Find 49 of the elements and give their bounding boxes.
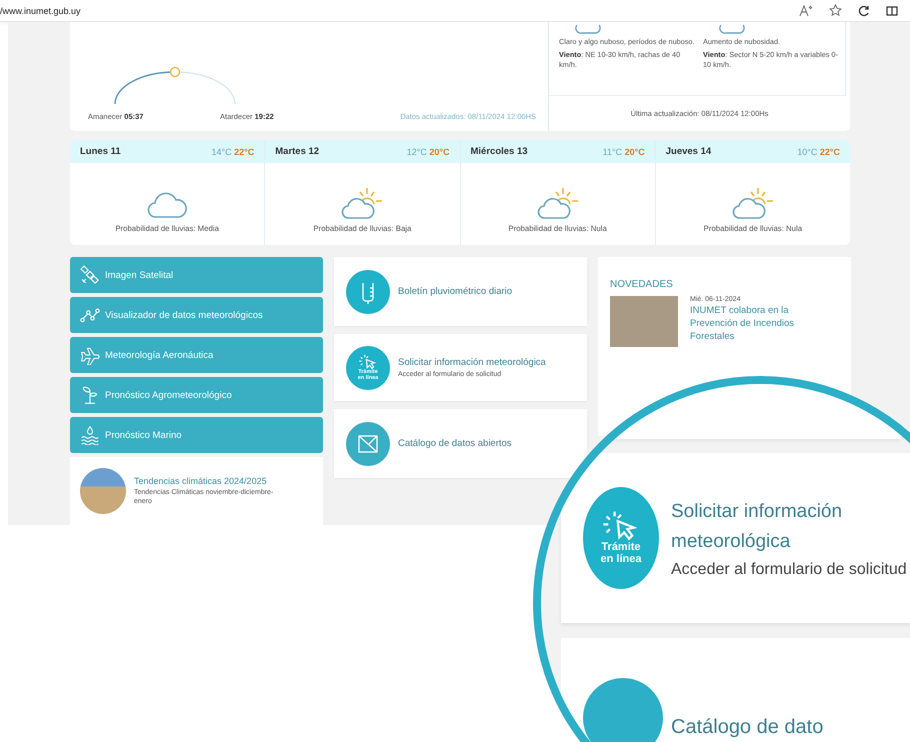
news-link[interactable]: INUMET colabora en la Prevención de Incendios Forestales xyxy=(690,305,810,344)
service-title: Solicitar información meteorológica xyxy=(398,357,546,368)
news-heading: NOVEDADES xyxy=(610,279,674,290)
min-temperature: 10°C xyxy=(797,146,818,156)
day-name: Jueves 14 xyxy=(666,146,712,157)
water-drop-waves-icon xyxy=(80,425,100,445)
service-title: Solicitar información meteorológica xyxy=(671,500,844,554)
sun-cloud-icon xyxy=(732,186,774,220)
min-temperature: 12°C xyxy=(406,146,427,156)
star-icon[interactable] xyxy=(829,4,842,17)
min-temperature: 14°C xyxy=(212,146,232,156)
feature-link[interactable]: Tendencias climáticas 2024/2025 xyxy=(134,476,274,486)
url-text[interactable]: /www.inumet.gub.uy xyxy=(0,6,81,16)
day-name: Lunes 11 xyxy=(80,146,121,157)
read-aloud-icon[interactable] xyxy=(799,4,813,16)
satellite-icon xyxy=(80,265,100,285)
online-procedure-badge: Trámite en línea xyxy=(583,487,659,589)
split-screen-icon[interactable] xyxy=(886,4,898,16)
min-temperature: 11°C xyxy=(602,146,622,156)
max-temperature: 20°C xyxy=(624,146,645,156)
service-card[interactable]: Catálogo de datos abiertos xyxy=(334,409,587,478)
quick-link-button[interactable]: Meteorología Aeronáutica xyxy=(70,337,323,373)
sprout-icon xyxy=(80,385,100,405)
day-name: Miércoles 13 xyxy=(470,146,528,157)
service-title: Catálogo de datos abiertos xyxy=(398,438,512,449)
cloud-icon xyxy=(146,190,188,220)
cursor-click-icon xyxy=(358,354,378,370)
service-title: Catálogo de dato xyxy=(671,716,824,739)
cloud-icon xyxy=(573,23,603,35)
max-temperature: 20°C xyxy=(429,146,450,156)
quick-link-button[interactable]: Visualizador de datos meteorológicos xyxy=(70,297,323,333)
max-temperature: 22°C xyxy=(234,146,254,156)
airplane-icon xyxy=(80,345,100,365)
quick-link-button[interactable]: Pronóstico Agrometeorológico xyxy=(70,377,323,413)
quick-link-button[interactable]: Pronóstico Marino xyxy=(70,417,323,453)
sun-cloud-icon xyxy=(536,186,579,220)
quick-link-button[interactable]: Imagen Satelital xyxy=(70,257,323,293)
service-title: Boletín pluviométrico diario xyxy=(398,286,512,297)
rain-gauge-icon xyxy=(346,270,390,314)
photo-placeholder xyxy=(80,468,126,514)
day-name: Martes 12 xyxy=(275,146,320,157)
max-temperature: 22°C xyxy=(820,146,840,156)
cloud-icon xyxy=(717,23,747,35)
envelope-icon xyxy=(346,422,390,466)
service-subtitle: Acceder al formulario de solicitud xyxy=(671,561,908,580)
refresh-icon[interactable] xyxy=(858,4,870,16)
photo-placeholder xyxy=(610,296,678,347)
sun-cloud-icon xyxy=(341,186,384,220)
service-card[interactable]: Boletín pluviométrico diario xyxy=(334,257,587,326)
